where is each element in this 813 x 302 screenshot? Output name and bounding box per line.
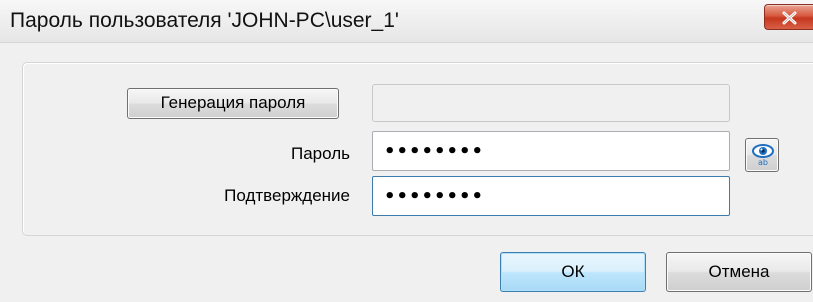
password-label: Пароль [291, 144, 350, 163]
password-dialog: Пароль пользователя 'JOHN-PC\user_1' Ген… [0, 0, 813, 302]
title-bar[interactable]: Пароль пользователя 'JOHN-PC\user_1' [0, 0, 813, 43]
confirm-label: Подтверждение [224, 186, 350, 205]
generated-password-field [372, 84, 730, 122]
cancel-label: Отмена [708, 262, 770, 281]
svg-text:ab: ab [758, 158, 768, 167]
ok-button[interactable]: ОК [500, 252, 646, 292]
generate-password-label: Генерация пароля [160, 93, 306, 112]
password-input[interactable] [372, 131, 730, 171]
close-icon [782, 11, 797, 25]
show-password-button[interactable]: ab [745, 138, 779, 172]
window-title: Пароль пользователя 'JOHN-PC\user_1' [10, 9, 399, 32]
generate-password-button[interactable]: Генерация пароля [127, 88, 339, 119]
eye-icon: ab [752, 144, 774, 167]
confirm-password-input[interactable] [372, 176, 730, 216]
close-button[interactable] [764, 4, 813, 30]
ok-label: ОК [561, 262, 585, 281]
cancel-button[interactable]: Отмена [666, 252, 812, 292]
